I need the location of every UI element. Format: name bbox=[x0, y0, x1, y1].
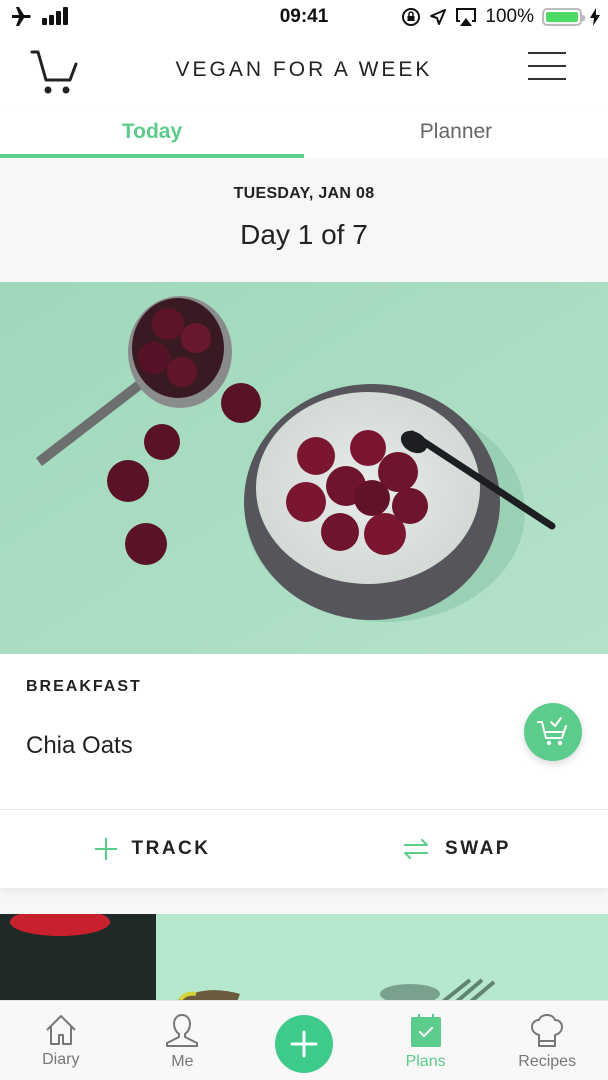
nav-me-label: Me bbox=[171, 1053, 194, 1070]
cart-check-icon bbox=[537, 717, 567, 746]
add-icon bbox=[290, 1030, 318, 1058]
battery-icon bbox=[542, 8, 585, 26]
bottom-nav: Diary Me Plans Recipes bbox=[0, 1000, 608, 1080]
menu-icon-line bbox=[528, 52, 566, 54]
next-meal-card[interactable] bbox=[0, 914, 608, 1004]
meal-actions: TRACK SWAP bbox=[0, 810, 608, 888]
tab-bar: Today Planner bbox=[0, 106, 608, 158]
meal-photo-illustration bbox=[0, 282, 608, 654]
menu-icon-line bbox=[528, 65, 566, 67]
day-header: TUESDAY, JAN 08 Day 1 of 7 bbox=[0, 158, 608, 282]
nav-plans[interactable]: Plans bbox=[365, 1001, 487, 1080]
add-to-shopping-list-button[interactable] bbox=[524, 703, 582, 761]
plus-icon bbox=[94, 838, 117, 860]
day-progress: Day 1 of 7 bbox=[240, 219, 368, 250]
nav-me[interactable]: Me bbox=[122, 1001, 244, 1080]
meal-type-label: BREAKFAST bbox=[26, 678, 142, 695]
nav-add[interactable] bbox=[243, 1001, 365, 1080]
swap-label: SWAP bbox=[445, 838, 511, 859]
menu-icon-line bbox=[528, 78, 566, 80]
page-title: VEGAN FOR A WEEK bbox=[175, 58, 433, 81]
nav-recipes-label: Recipes bbox=[518, 1053, 577, 1070]
nav-diary[interactable]: Diary bbox=[0, 1001, 122, 1080]
track-label: TRACK bbox=[131, 838, 211, 859]
track-button[interactable]: TRACK bbox=[0, 810, 304, 888]
date-label: TUESDAY, JAN 08 bbox=[233, 185, 375, 202]
nav-plans-label: Plans bbox=[405, 1053, 446, 1070]
airplay-icon bbox=[456, 8, 477, 26]
meal-name[interactable]: Chia Oats bbox=[26, 732, 133, 760]
add-button[interactable] bbox=[274, 1015, 333, 1073]
orientation-lock-icon bbox=[402, 8, 421, 26]
meal-card[interactable]: BREAKFAST Chia Oats TRACK SWAP bbox=[0, 282, 608, 888]
tab-today[interactable]: Today bbox=[0, 106, 304, 158]
app-screen: 09:41 100% VEGAN FOR A WEEK Today Planne… bbox=[0, 0, 608, 1080]
nav-recipes[interactable]: Recipes bbox=[486, 1001, 608, 1080]
calendar-check-icon bbox=[410, 1014, 441, 1047]
battery-percent: 100% bbox=[485, 6, 534, 27]
swap-button[interactable]: SWAP bbox=[304, 810, 608, 888]
home-icon bbox=[46, 1015, 76, 1045]
app-header: VEGAN FOR A WEEK bbox=[0, 34, 608, 106]
next-meal-photo bbox=[0, 914, 608, 1004]
status-bar: 09:41 100% bbox=[0, 0, 608, 34]
meal-photo[interactable] bbox=[0, 282, 608, 654]
menu-button[interactable] bbox=[528, 52, 568, 82]
chef-hat-icon bbox=[531, 1014, 564, 1047]
tab-planner[interactable]: Planner bbox=[304, 106, 608, 158]
nav-diary-label: Diary bbox=[42, 1051, 80, 1068]
swap-icon bbox=[404, 839, 429, 859]
charging-icon bbox=[590, 8, 600, 26]
person-icon bbox=[166, 1014, 199, 1047]
status-right: 100% bbox=[401, 6, 600, 28]
location-icon bbox=[430, 9, 447, 25]
